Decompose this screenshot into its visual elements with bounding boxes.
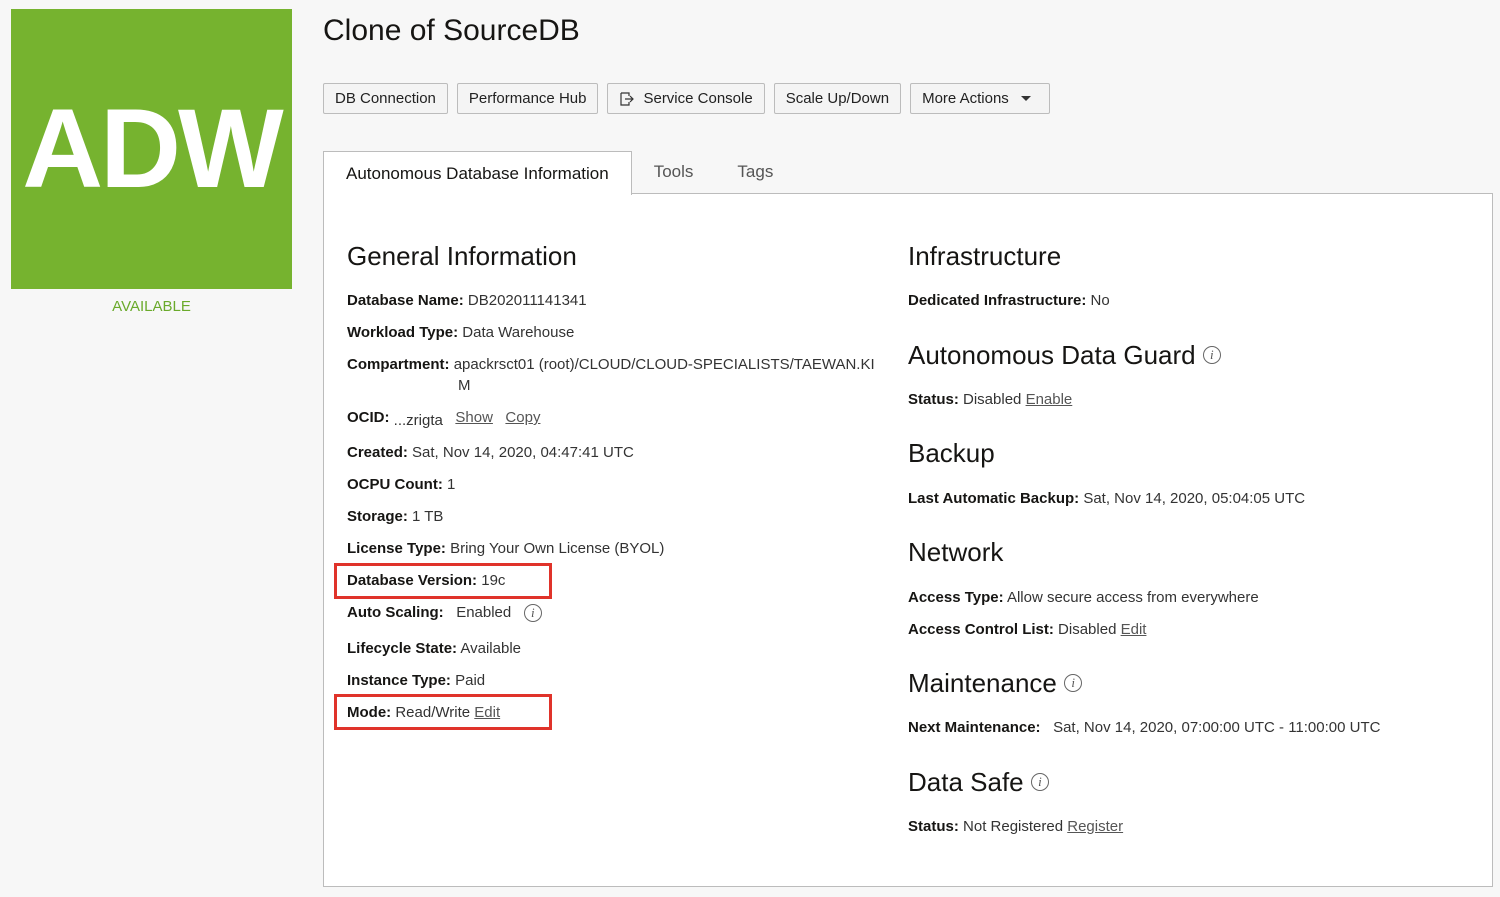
data-guard-status-row: Status: Disabled Enable <box>908 391 1072 408</box>
auto-scaling-label: Auto Scaling: <box>347 604 444 621</box>
scale-label: Scale Up/Down <box>785 90 890 107</box>
data-guard-status-label: Status: <box>908 391 959 408</box>
data-safe-status-label: Status: <box>908 818 959 835</box>
database-name-label: Database Name: <box>347 292 464 309</box>
data-safe-heading-text: Data Safe <box>908 767 1024 797</box>
next-maintenance-label: Next Maintenance: <box>908 719 1041 736</box>
ocid-label: OCID: <box>347 409 390 426</box>
license-type-row: License Type: Bring Your Own License (BY… <box>347 540 664 557</box>
license-type-label: License Type: <box>347 540 446 557</box>
lifecycle-state-row: Lifecycle State: Available <box>347 640 521 657</box>
workload-type-value: Data Warehouse <box>462 324 575 341</box>
license-type-value: Bring Your Own License (BYOL) <box>450 540 665 557</box>
next-maintenance-row: Next Maintenance: Sat, Nov 14, 2020, 07:… <box>908 719 1380 736</box>
access-type-label: Access Type: <box>908 589 1004 606</box>
maintenance-heading: Maintenance i <box>908 668 1083 699</box>
action-toolbar: DB Connection Performance Hub Service Co… <box>323 83 1050 114</box>
maintenance-info-icon[interactable]: i <box>1064 674 1083 693</box>
scale-up-down-button[interactable]: Scale Up/Down <box>773 83 902 114</box>
lifecycle-state-value: Available <box>460 640 521 657</box>
mode-highlight-box <box>334 694 552 730</box>
lifecycle-status-label: AVAILABLE <box>112 298 191 315</box>
ocpu-count-row: OCPU Count: 1 <box>347 476 455 493</box>
logo-text: ADW <box>22 86 283 211</box>
auto-scaling-row: Auto Scaling: Enabled i <box>347 604 542 623</box>
instance-type-value: Paid <box>455 672 486 689</box>
compartment-label: Compartment: <box>347 356 450 373</box>
db-connection-button[interactable]: DB Connection <box>323 83 448 114</box>
dedicated-infrastructure-value: No <box>1090 292 1110 309</box>
auto-scaling-info-icon[interactable]: i <box>523 604 542 623</box>
tab-tools[interactable]: Tools <box>632 150 716 194</box>
access-type-row: Access Type: Allow secure access from ev… <box>908 589 1259 606</box>
more-actions-label: More Actions <box>922 90 1009 107</box>
ocpu-count-label: OCPU Count: <box>347 476 443 493</box>
created-value: Sat, Nov 14, 2020, 04:47:41 UTC <box>412 444 634 461</box>
compartment-value-continued: M <box>458 377 471 394</box>
data-guard-status-value: Disabled <box>963 391 1022 408</box>
compartment-row: Compartment: apackrsct01 (root)/CLOUD/CL… <box>347 356 875 373</box>
data-safe-status-row: Status: Not Registered Register <box>908 818 1123 835</box>
database-name-value: DB202011141341 <box>467 292 587 309</box>
more-actions-button[interactable]: More Actions <box>910 83 1050 114</box>
data-guard-heading-text: Autonomous Data Guard <box>908 340 1196 370</box>
service-console-button[interactable]: Service Console <box>607 83 765 114</box>
service-console-label: Service Console <box>643 90 753 107</box>
created-label: Created: <box>347 444 408 461</box>
ocpu-count-value: 1 <box>447 476 456 493</box>
database-name-row: Database Name: DB202011141341 <box>347 292 587 309</box>
workload-type-row: Workload Type: Data Warehouse <box>347 324 574 341</box>
data-safe-info-icon[interactable]: i <box>1030 773 1049 792</box>
infrastructure-heading: Infrastructure <box>908 241 1062 271</box>
maintenance-heading-text: Maintenance <box>908 668 1057 698</box>
tab-autonomous-database-information[interactable]: Autonomous Database Information <box>323 151 632 195</box>
next-maintenance-value: Sat, Nov 14, 2020, 07:00:00 UTC - 11:00:… <box>1053 719 1381 736</box>
tab-bar: Autonomous Database Information Tools Ta… <box>323 150 795 195</box>
created-row: Created: Sat, Nov 14, 2020, 04:47:41 UTC <box>347 444 634 461</box>
access-control-list-edit-link[interactable]: Edit <box>1121 621 1147 638</box>
data-safe-status-value: Not Registered <box>963 818 1064 835</box>
access-control-list-value: Disabled <box>1058 621 1117 638</box>
ocid-row: OCID: ...zrigta Show Copy <box>347 409 540 429</box>
access-control-list-row: Access Control List: Disabled Edit <box>908 621 1146 638</box>
db-connection-label: DB Connection <box>335 90 436 107</box>
tab-tags[interactable]: Tags <box>715 150 795 194</box>
storage-row: Storage: 1 TB <box>347 508 443 525</box>
last-backup-row: Last Automatic Backup: Sat, Nov 14, 2020… <box>908 490 1305 507</box>
last-backup-value: Sat, Nov 14, 2020, 05:04:05 UTC <box>1083 490 1306 507</box>
chevron-down-icon <box>1020 96 1031 101</box>
access-control-list-label: Access Control List: <box>908 621 1054 638</box>
performance-hub-button[interactable]: Performance Hub <box>456 83 599 114</box>
data-guard-enable-link[interactable]: Enable <box>1026 391 1073 408</box>
network-heading: Network <box>908 537 1004 567</box>
data-safe-heading: Data Safe i <box>908 767 1049 798</box>
instance-type-row: Instance Type: Paid <box>347 672 485 689</box>
ocid-value: ...zrigta <box>393 412 443 429</box>
storage-label: Storage: <box>347 508 408 525</box>
data-safe-register-link[interactable]: Register <box>1067 818 1123 835</box>
instance-type-label: Instance Type: <box>347 672 451 689</box>
ocid-show-link[interactable]: Show <box>455 409 493 426</box>
compartment-value: apackrsct01 (root)/CLOUD/CLOUD-SPECIALIS… <box>453 356 875 373</box>
details-panel: General Information Database Name: DB202… <box>323 193 1493 887</box>
ocid-copy-link[interactable]: Copy <box>505 409 540 426</box>
database-version-highlight-box <box>334 563 552 599</box>
access-type-value: Allow secure access from everywhere <box>1006 589 1259 606</box>
workload-type-label: Workload Type: <box>347 324 459 341</box>
dedicated-infrastructure-row: Dedicated Infrastructure: No <box>908 292 1110 309</box>
data-guard-info-icon[interactable]: i <box>1202 346 1221 365</box>
storage-value: 1 TB <box>412 508 444 525</box>
performance-hub-label: Performance Hub <box>468 90 587 107</box>
external-link-icon <box>620 91 635 106</box>
auto-scaling-value: Enabled <box>456 604 512 621</box>
general-information-heading: General Information <box>347 241 577 271</box>
last-backup-label: Last Automatic Backup: <box>908 490 1080 507</box>
data-guard-heading: Autonomous Data Guard i <box>908 340 1221 371</box>
adw-logo: ADW <box>11 9 292 289</box>
backup-heading: Backup <box>908 438 995 468</box>
lifecycle-state-label: Lifecycle State: <box>347 640 458 657</box>
dedicated-infrastructure-label: Dedicated Infrastructure: <box>908 292 1087 309</box>
page-title: Clone of SourceDB <box>323 14 580 47</box>
